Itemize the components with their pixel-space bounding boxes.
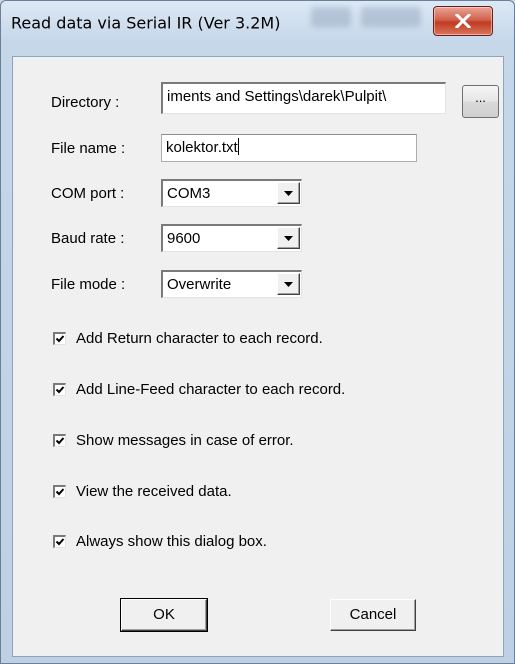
window-title: Read data via Serial IR (Ver 3.2M)	[11, 13, 281, 33]
ok-button[interactable]: OK	[120, 598, 208, 632]
comport-select[interactable]: COM3	[161, 179, 302, 207]
option-show-errors[interactable]: Show messages in case of error.	[53, 432, 294, 449]
filemode-select[interactable]: Overwrite	[161, 270, 302, 298]
checkmark-icon	[55, 437, 65, 445]
text-caret	[237, 138, 239, 155]
cancel-button[interactable]: Cancel	[330, 599, 416, 631]
baudrate-dropdown-button[interactable]	[277, 227, 300, 249]
close-button[interactable]	[433, 6, 493, 36]
dialog-body: Directory : iments and Settings\darek\Pu…	[12, 56, 504, 657]
close-icon	[455, 14, 471, 28]
filename-field[interactable]: kolektor.txt	[161, 134, 417, 162]
checkbox[interactable]	[53, 485, 66, 498]
checkmark-icon	[55, 335, 65, 343]
chevron-down-icon	[284, 235, 293, 241]
chevron-down-icon	[284, 190, 293, 196]
filemode-dropdown-button[interactable]	[277, 273, 300, 295]
comport-dropdown-button[interactable]	[277, 182, 300, 204]
option-label: Add Line-Feed character to each record.	[76, 381, 346, 398]
filemode-value: Overwrite	[167, 276, 232, 293]
filemode-label: File mode :	[51, 276, 126, 293]
background-blur	[311, 7, 351, 27]
checkbox[interactable]	[53, 383, 66, 396]
filename-label: File name :	[51, 140, 126, 157]
baudrate-value: 9600	[167, 230, 201, 247]
comport-value: COM3	[167, 185, 211, 202]
checkmark-icon	[55, 538, 65, 546]
comport-label: COM port :	[51, 185, 125, 202]
background-blur	[361, 7, 421, 27]
filename-value: kolektor.txt	[166, 139, 238, 156]
checkbox[interactable]	[53, 332, 66, 345]
dialog-window: Read data via Serial IR (Ver 3.2M) Direc…	[0, 0, 515, 664]
checkmark-icon	[55, 488, 65, 496]
directory-label: Directory :	[51, 94, 120, 111]
baudrate-label: Baud rate :	[51, 230, 125, 247]
browse-button[interactable]: ...	[462, 85, 499, 118]
option-add-linefeed[interactable]: Add Line-Feed character to each record.	[53, 381, 345, 398]
option-label: Add Return character to each record.	[76, 330, 323, 347]
option-always-show[interactable]: Always show this dialog box.	[53, 533, 267, 550]
option-label: Always show this dialog box.	[76, 533, 267, 550]
directory-field[interactable]: iments and Settings\darek\Pulpit\	[161, 82, 446, 114]
chevron-down-icon	[284, 281, 293, 287]
checkbox[interactable]	[53, 434, 66, 447]
option-add-return[interactable]: Add Return character to each record.	[53, 330, 323, 347]
option-label: Show messages in case of error.	[76, 432, 294, 449]
checkbox[interactable]	[53, 535, 66, 548]
option-view-data[interactable]: View the received data.	[53, 483, 232, 500]
baudrate-select[interactable]: 9600	[161, 224, 302, 252]
directory-value: iments and Settings\darek\Pulpit\	[167, 88, 387, 105]
checkmark-icon	[55, 386, 65, 394]
option-label: View the received data.	[76, 483, 232, 500]
